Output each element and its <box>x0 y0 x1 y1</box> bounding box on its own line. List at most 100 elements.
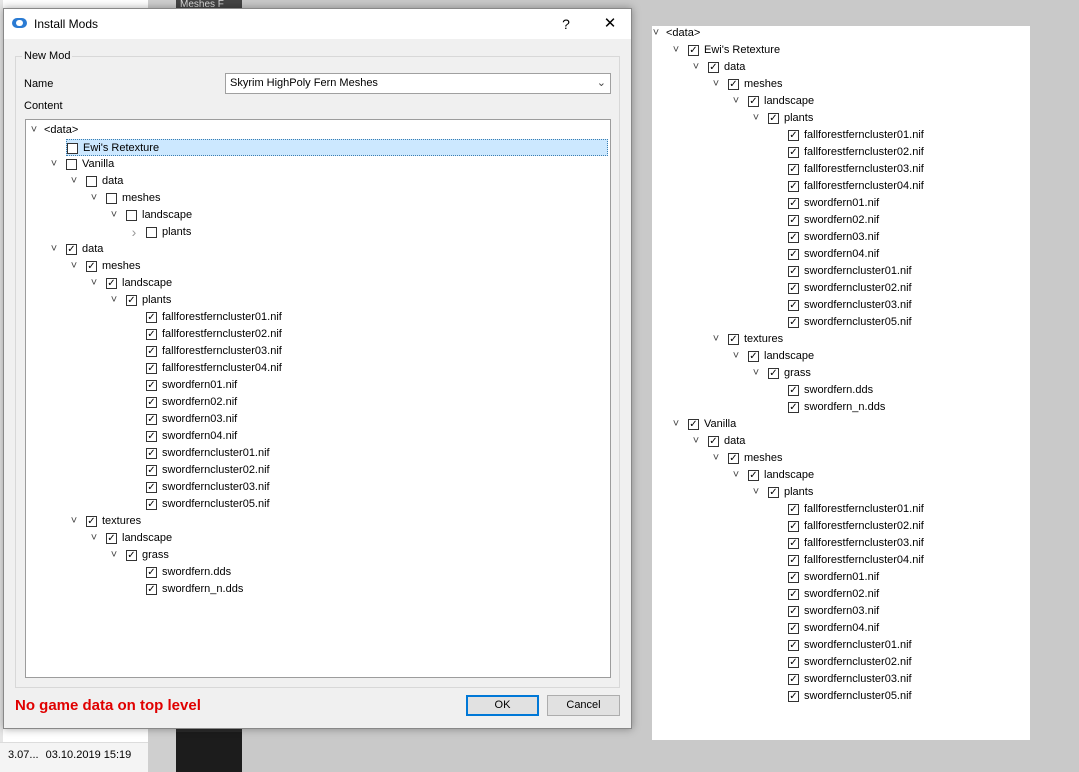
tree-row[interactable]: ˅ data <box>652 59 1028 76</box>
tree-checkbox[interactable] <box>788 130 799 141</box>
tree-checkbox[interactable] <box>788 555 799 566</box>
chevron-right-icon[interactable]: › <box>128 224 140 241</box>
tree-row[interactable]: swordferncluster05.nif <box>652 314 1028 331</box>
tree-row[interactable]: swordferncluster03.nif <box>652 297 1028 314</box>
tree-checkbox[interactable] <box>768 368 779 379</box>
tree-row[interactable]: fallforestferncluster04.nif <box>652 178 1028 195</box>
tree-checkbox[interactable] <box>67 143 78 154</box>
tree-row[interactable]: swordferncluster01.nif <box>652 637 1028 654</box>
tree-row[interactable]: swordferncluster05.nif <box>26 496 608 513</box>
tree-row[interactable]: swordfern01.nif <box>26 377 608 394</box>
tree-checkbox[interactable] <box>126 550 137 561</box>
tree-row[interactable]: fallforestferncluster01.nif <box>26 309 608 326</box>
tree-row[interactable]: swordfern_n.dds <box>652 399 1028 416</box>
tree-row[interactable]: ˅ landscape <box>652 348 1028 365</box>
tree-checkbox[interactable] <box>788 402 799 413</box>
tree-row[interactable]: fallforestferncluster03.nif <box>652 535 1028 552</box>
tree-checkbox[interactable] <box>788 623 799 634</box>
tree-row[interactable]: ˅ <data> <box>652 26 1028 42</box>
tree-row[interactable]: ˅ Vanilla <box>26 156 608 173</box>
chevron-down-icon[interactable]: ˅ <box>690 433 702 450</box>
tree-checkbox[interactable] <box>708 62 719 73</box>
help-button[interactable]: ? <box>544 9 588 39</box>
tree-row[interactable]: ˅ meshes <box>26 190 608 207</box>
tree-checkbox[interactable] <box>768 113 779 124</box>
tree-row[interactable]: fallforestferncluster04.nif <box>26 360 608 377</box>
tree-row[interactable]: swordfern04.nif <box>26 428 608 445</box>
tree-row[interactable]: swordfern.dds <box>652 382 1028 399</box>
tree-checkbox[interactable] <box>788 606 799 617</box>
tree-row[interactable]: ˅ landscape <box>26 275 608 292</box>
tree-checkbox[interactable] <box>788 249 799 260</box>
tree-checkbox[interactable] <box>788 181 799 192</box>
tree-row[interactable]: fallforestferncluster02.nif <box>652 518 1028 535</box>
tree-checkbox[interactable] <box>788 198 799 209</box>
tree-checkbox[interactable] <box>146 312 157 323</box>
chevron-down-icon[interactable]: ˅ <box>68 513 80 530</box>
tree-checkbox[interactable] <box>146 380 157 391</box>
chevron-down-icon[interactable]: ˅ <box>730 348 742 365</box>
tree-checkbox[interactable] <box>66 159 77 170</box>
cancel-button[interactable]: Cancel <box>547 695 620 716</box>
chevron-down-icon[interactable]: ˅ <box>88 190 100 207</box>
tree-checkbox[interactable] <box>146 227 157 238</box>
tree-checkbox[interactable] <box>768 487 779 498</box>
tree-row[interactable]: swordfern02.nif <box>652 212 1028 229</box>
tree-row[interactable]: ˅ landscape <box>652 467 1028 484</box>
tree-row[interactable]: ˅ data <box>652 433 1028 450</box>
tree-row[interactable]: ˅ landscape <box>26 530 608 547</box>
tree-checkbox[interactable] <box>748 351 759 362</box>
chevron-down-icon[interactable]: ˅ <box>108 292 120 309</box>
tree-row[interactable]: swordfern03.nif <box>652 603 1028 620</box>
tree-checkbox[interactable] <box>788 691 799 702</box>
tree-checkbox[interactable] <box>146 465 157 476</box>
tree-row[interactable]: ˅ Vanilla <box>652 416 1028 433</box>
tree-checkbox[interactable] <box>788 164 799 175</box>
chevron-down-icon[interactable]: ˅ <box>690 59 702 76</box>
tree-checkbox[interactable] <box>748 96 759 107</box>
tree-checkbox[interactable] <box>146 499 157 510</box>
tree-row[interactable]: fallforestferncluster02.nif <box>652 144 1028 161</box>
tree-checkbox[interactable] <box>688 419 699 430</box>
tree-row[interactable]: swordfern04.nif <box>652 620 1028 637</box>
tree-checkbox[interactable] <box>788 521 799 532</box>
chevron-down-icon[interactable]: ˅ <box>670 416 682 433</box>
chevron-down-icon[interactable]: ˅ <box>48 241 60 258</box>
chevron-down-icon[interactable]: ˅ <box>88 530 100 547</box>
tree-row[interactable]: swordfern.dds <box>26 564 608 581</box>
tree-row[interactable]: fallforestferncluster03.nif <box>26 343 608 360</box>
chevron-down-icon[interactable]: ˅ <box>88 275 100 292</box>
tree-checkbox[interactable] <box>788 385 799 396</box>
tree-checkbox[interactable] <box>788 300 799 311</box>
chevron-down-icon[interactable]: ˅ <box>652 26 662 42</box>
tree-row[interactable]: swordferncluster01.nif <box>652 263 1028 280</box>
tree-checkbox[interactable] <box>126 210 137 221</box>
tree-checkbox[interactable] <box>126 295 137 306</box>
tree-row[interactable]: ˅ grass <box>26 547 608 564</box>
tree-row[interactable]: fallforestferncluster04.nif <box>652 552 1028 569</box>
tree-checkbox[interactable] <box>66 244 77 255</box>
tree-checkbox[interactable] <box>788 283 799 294</box>
tree-checkbox[interactable] <box>788 147 799 158</box>
tree-row[interactable]: ˅ landscape <box>652 93 1028 110</box>
tree-row[interactable]: swordfern01.nif <box>652 569 1028 586</box>
tree-checkbox[interactable] <box>106 193 117 204</box>
tree-row[interactable]: ˅ plants <box>652 484 1028 501</box>
tree-checkbox[interactable] <box>788 317 799 328</box>
tree-row[interactable]: ˅ data <box>26 173 608 190</box>
tree-checkbox[interactable] <box>788 657 799 668</box>
tree-row[interactable]: swordfern02.nif <box>26 394 608 411</box>
tree-checkbox[interactable] <box>788 215 799 226</box>
tree-row[interactable]: ˅ meshes <box>26 258 608 275</box>
tree-checkbox[interactable] <box>788 674 799 685</box>
tree-row[interactable]: swordferncluster05.nif <box>652 688 1028 705</box>
tree-checkbox[interactable] <box>688 45 699 56</box>
tree-row[interactable]: ˅ landscape <box>26 207 608 224</box>
tree-checkbox[interactable] <box>788 640 799 651</box>
chevron-down-icon[interactable]: ˅ <box>750 484 762 501</box>
chevron-down-icon[interactable]: ˅ <box>48 156 60 173</box>
chevron-down-icon[interactable]: ˅ <box>730 467 742 484</box>
tree-checkbox[interactable] <box>146 414 157 425</box>
tree-row[interactable]: ˅ data <box>26 241 608 258</box>
tree-row[interactable]: ˅ <data> <box>26 122 608 139</box>
